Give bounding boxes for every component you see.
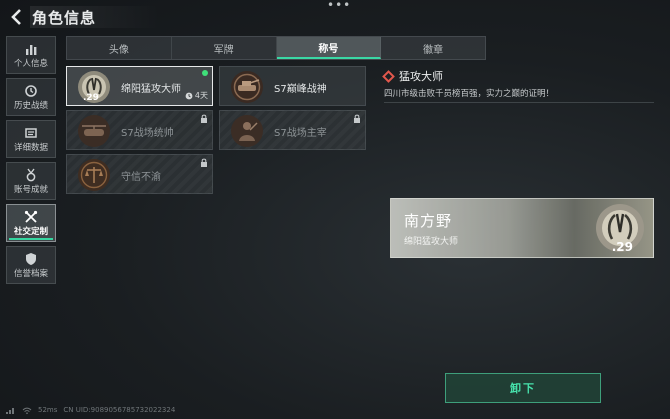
sidebar-item-history[interactable]: 历史战绩: [6, 78, 56, 116]
sidebar-item-detailed-data[interactable]: 详细数据: [6, 120, 56, 158]
more-dots-icon[interactable]: •••: [327, 0, 351, 12]
history-icon: [24, 83, 38, 97]
sidebar-item-label: 详细数据: [13, 143, 48, 153]
card-level: .29: [611, 240, 633, 254]
tools-icon: [24, 209, 38, 223]
title-card-s7-peak[interactable]: S7巅峰战神: [219, 66, 366, 106]
sidebar-item-label: 账号成就: [13, 185, 48, 195]
tank-emblem-icon: [230, 70, 264, 104]
signal-icon: [6, 407, 14, 414]
uid-text: CN UID:9089056785732022324: [63, 406, 176, 414]
name-card-preview: 南方野 绵阳猛攻大师 .29: [390, 198, 654, 258]
tab-bar: 头像 军牌 称号 徽章: [66, 36, 486, 60]
unequip-button[interactable]: 卸下: [445, 373, 601, 403]
wifi-icon: [22, 407, 32, 414]
helicopter-emblem-icon: [77, 114, 111, 148]
title-name: 守信不渝: [121, 172, 161, 183]
scales-emblem-icon: [77, 158, 111, 192]
back-arrow-icon[interactable]: [8, 8, 26, 26]
detail-header: 猛攻大师: [382, 68, 443, 84]
tab-dogtag[interactable]: 军牌: [172, 37, 277, 59]
tab-avatar[interactable]: 头像: [67, 37, 172, 59]
title-card-s7-commander[interactable]: S7战场统帅: [66, 110, 213, 150]
sidebar-item-label: 个人信息: [13, 59, 48, 69]
ping-text: 52ms: [38, 406, 58, 414]
status-bar: 52ms CN UID:9089056785732022324: [6, 406, 175, 414]
shield-icon: [24, 251, 38, 265]
sidebar-item-social-custom[interactable]: 社交定制: [6, 204, 56, 242]
duration-badge: 4天: [185, 90, 208, 101]
sidebar: 个人信息 历史战绩 详细数据 账号成就 社交定制 信誉档案: [6, 36, 56, 288]
medal-icon: [24, 167, 38, 182]
equipped-indicator: [202, 70, 208, 76]
lock-icon: [201, 114, 207, 123]
title-card-s7-ruler[interactable]: S7战场主宰: [219, 110, 366, 150]
sidebar-item-credit[interactable]: 信誉档案: [6, 246, 56, 284]
title-name: S7巅峰战神: [274, 84, 327, 95]
clock-icon: [185, 92, 193, 99]
sidebar-item-personal-info[interactable]: 个人信息: [6, 36, 56, 74]
sidebar-item-label: 历史战绩: [13, 101, 48, 111]
soldier-emblem-icon: [230, 114, 264, 148]
player-name: 南方野: [404, 212, 453, 230]
player-title: 绵阳猛攻大师: [404, 237, 459, 247]
tab-badge[interactable]: 徽章: [381, 37, 485, 59]
sidebar-item-label: 社交定制: [13, 227, 48, 237]
detail-description: 四川市级击败千员榜百强，实力之巅的证明！: [384, 89, 555, 99]
title-card-mianyang-master[interactable]: .29 绵阳猛攻大师 4天: [66, 66, 213, 106]
diamond-icon: [382, 69, 395, 83]
data-icon: [24, 125, 38, 139]
title-name: S7战场统帅: [121, 128, 174, 139]
sidebar-item-achievements[interactable]: 账号成就: [6, 162, 56, 200]
lock-icon: [354, 114, 360, 123]
tab-title[interactable]: 称号: [276, 37, 382, 59]
title-card-keep-faith[interactable]: 守信不渝: [66, 154, 213, 194]
divider: [384, 102, 654, 103]
title-level: .29: [83, 93, 99, 103]
top-bar: 角色信息 •••: [0, 0, 670, 34]
sidebar-item-label: 信誉档案: [13, 269, 48, 279]
detail-title: 猛攻大师: [399, 70, 443, 83]
duration-text: 4天: [194, 91, 208, 100]
bar-chart-icon: [24, 41, 38, 55]
title-name: S7战场主宰: [274, 128, 327, 139]
title-name: 绵阳猛攻大师: [121, 84, 181, 95]
lock-icon: [201, 158, 207, 167]
page-title: 角色信息: [32, 9, 97, 27]
